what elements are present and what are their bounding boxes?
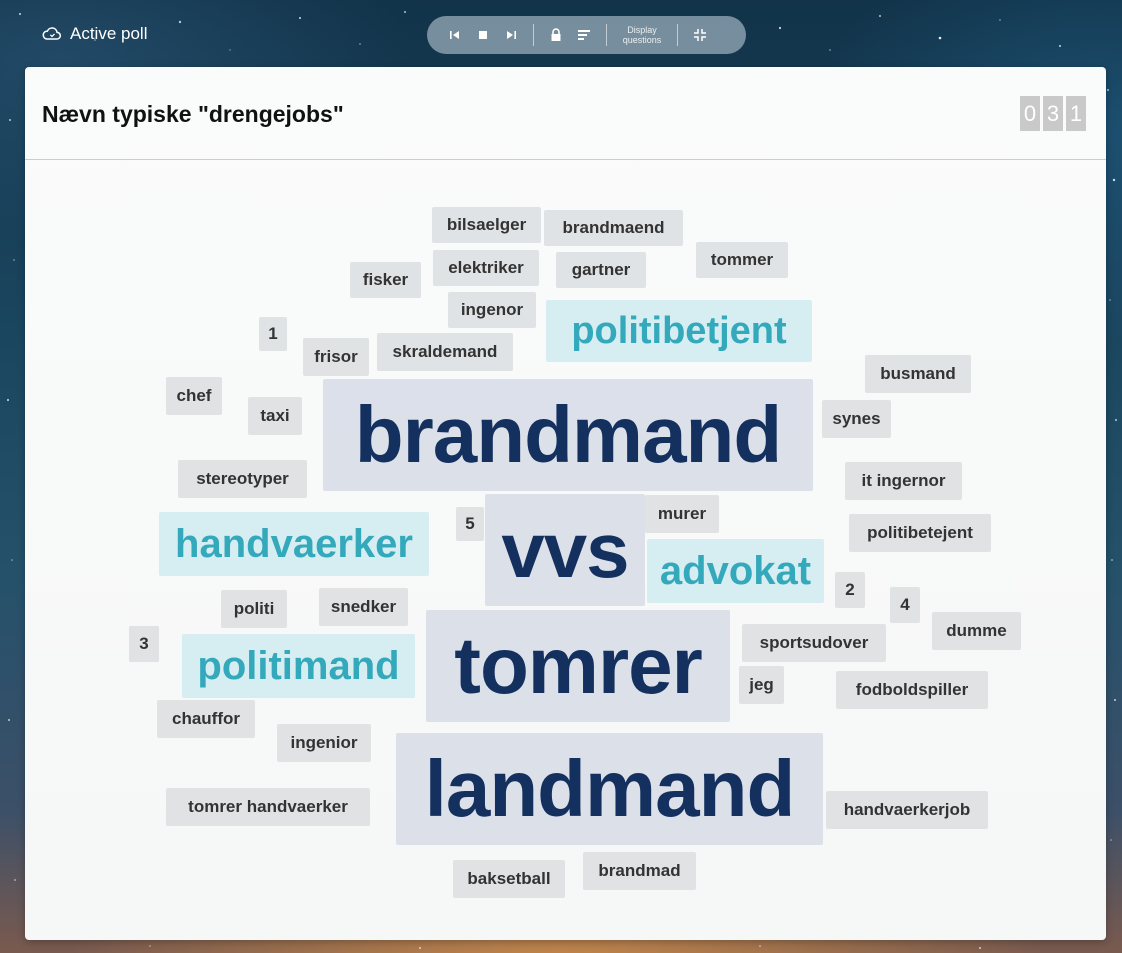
word-cloud-entry[interactable]: skraldemand (377, 333, 513, 371)
word-cloud-entry[interactable]: chef (166, 377, 222, 415)
word-cloud-entry[interactable]: tommer (696, 242, 788, 278)
toolbar-divider (533, 24, 534, 46)
word-cloud-entry[interactable]: handvaerker (159, 512, 429, 576)
word-cloud-entry[interactable]: fisker (350, 262, 421, 298)
active-poll-label: Active poll (70, 24, 148, 43)
word-cloud-entry[interactable]: frisor (303, 338, 369, 376)
cloud-icon (42, 27, 61, 40)
word-cloud-entry[interactable]: gartner (556, 252, 646, 288)
word-cloud-entry[interactable]: 1 (259, 317, 287, 351)
word-cloud-entry[interactable]: synes (822, 400, 891, 438)
word-cloud-entry[interactable]: 2 (835, 572, 865, 608)
skip-forward-icon[interactable] (497, 21, 525, 49)
word-cloud-entry[interactable]: jeg (739, 666, 784, 704)
word-cloud-entry[interactable]: brandmand (323, 379, 813, 491)
results-bars-icon[interactable] (570, 21, 598, 49)
word-cloud-entry[interactable]: stereotyper (178, 460, 307, 498)
word-cloud-entry[interactable]: dumme (932, 612, 1021, 650)
word-cloud-entry[interactable]: 5 (456, 507, 484, 541)
display-questions-button[interactable]: Display questions (615, 25, 669, 45)
word-cloud-entry[interactable]: ingenor (448, 292, 536, 328)
word-cloud-entry[interactable]: snedker (319, 588, 408, 626)
word-cloud-entry[interactable]: tomrer handvaerker (166, 788, 370, 826)
word-cloud-entry[interactable]: ingenior (277, 724, 371, 762)
word-cloud-entry[interactable]: 3 (129, 626, 159, 662)
word-cloud-entry[interactable]: baksetball (453, 860, 565, 898)
toolbar-divider (606, 24, 607, 46)
poll-card: Nævn typiske "drengejobs" 0 3 1 bilsaelg… (25, 67, 1106, 940)
word-cloud-entry[interactable]: it ingernor (845, 462, 962, 500)
toolbar-divider (677, 24, 678, 46)
word-cloud-entry[interactable]: politimand (182, 634, 415, 698)
word-cloud-entry[interactable]: taxi (248, 397, 302, 435)
word-cloud-entry[interactable]: bilsaelger (432, 207, 541, 243)
word-cloud-entry[interactable]: landmand (396, 733, 823, 845)
lock-icon[interactable] (542, 21, 570, 49)
word-cloud-entry[interactable]: elektriker (433, 250, 539, 286)
word-cloud-entry[interactable]: politibetejent (849, 514, 991, 552)
skip-back-icon[interactable] (441, 21, 469, 49)
word-cloud-entry[interactable]: vvs (485, 494, 645, 606)
word-cloud-entry[interactable]: politi (221, 590, 287, 628)
word-cloud-entry[interactable]: fodboldspiller (836, 671, 988, 709)
word-cloud-entry[interactable]: brandmad (583, 852, 696, 890)
stop-icon[interactable] (469, 21, 497, 49)
exit-fullscreen-icon[interactable] (686, 21, 714, 49)
word-cloud-entry[interactable]: brandmaend (544, 210, 683, 246)
word-cloud-entry[interactable]: chauffor (157, 700, 255, 738)
word-cloud-entry[interactable]: sportsudover (742, 624, 886, 662)
word-cloud-entry[interactable]: handvaerkerjob (826, 791, 988, 829)
word-cloud: bilsaelger brandmaend tommer fisker elek… (25, 67, 1106, 940)
word-cloud-entry[interactable]: politibetjent (546, 300, 812, 362)
word-cloud-entry[interactable]: murer (645, 495, 719, 533)
word-cloud-entry[interactable]: tomrer (426, 610, 730, 722)
active-poll-title: Active poll (42, 24, 147, 44)
word-cloud-entry[interactable]: 4 (890, 587, 920, 623)
presentation-toolbar: Display questions (427, 16, 746, 54)
word-cloud-entry[interactable]: advokat (647, 539, 824, 603)
word-cloud-entry[interactable]: busmand (865, 355, 971, 393)
